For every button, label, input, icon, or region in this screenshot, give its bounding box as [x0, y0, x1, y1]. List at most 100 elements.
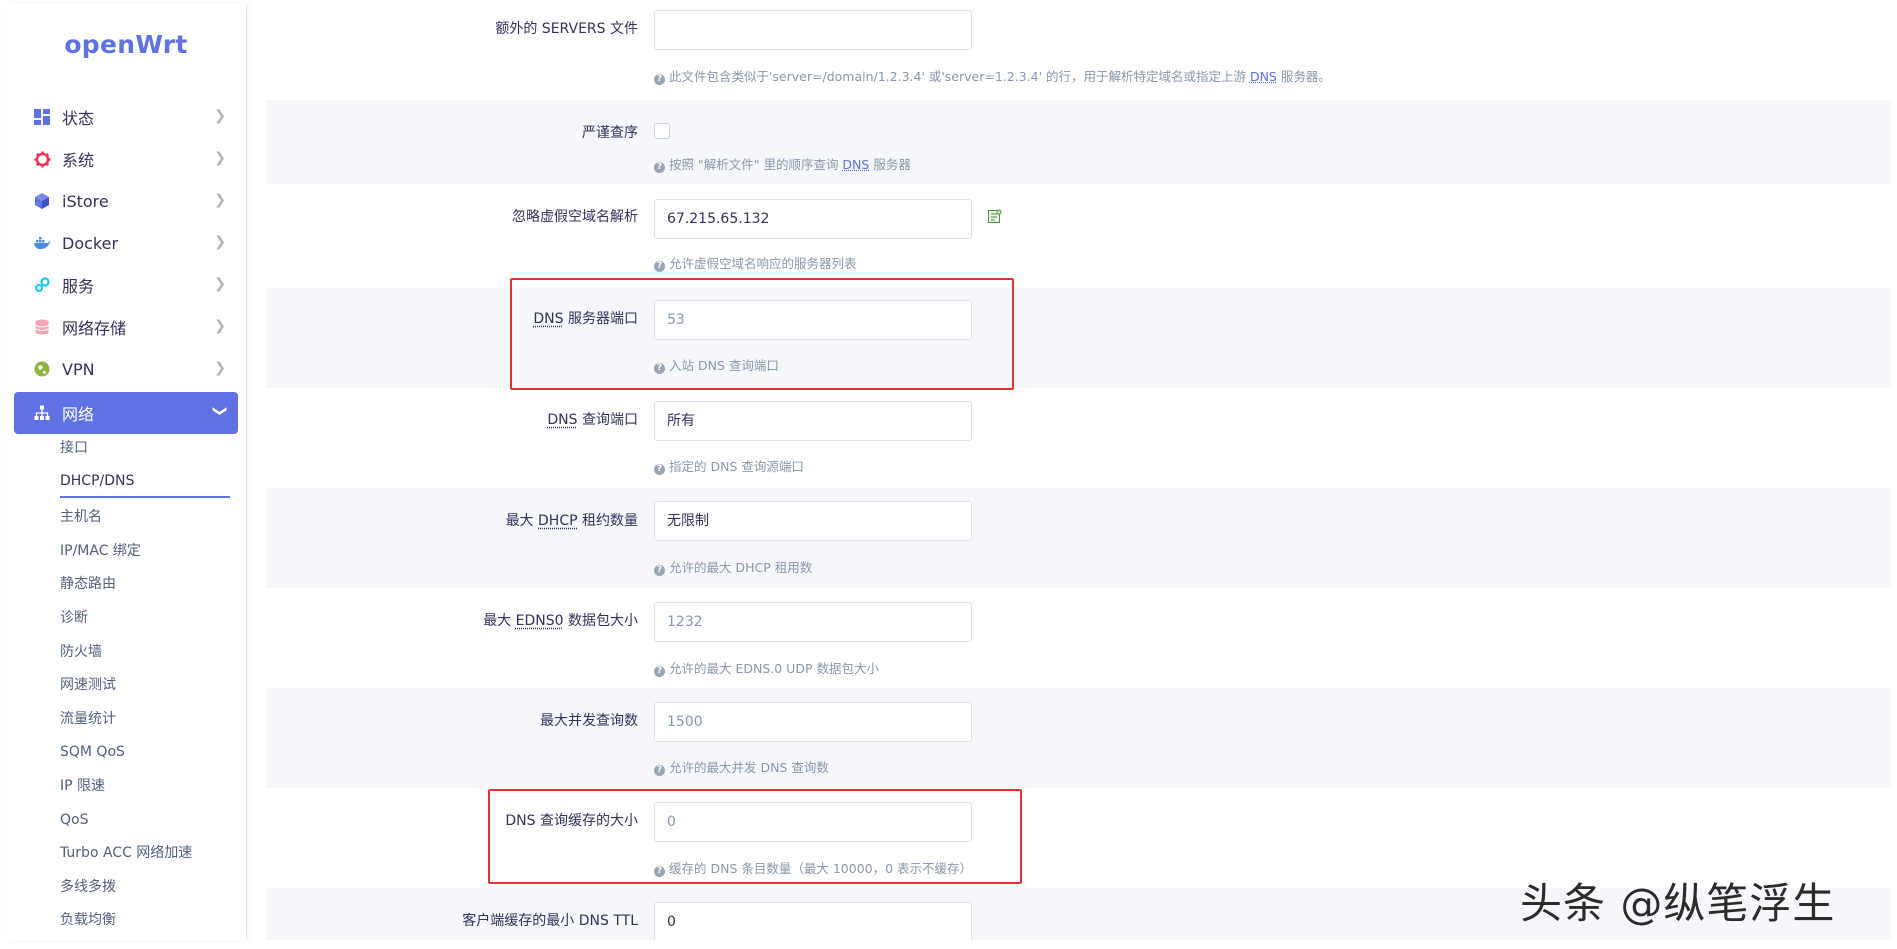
subnav-item-firewall[interactable]: 防火墙: [60, 636, 230, 670]
subnav-item-hostnames[interactable]: 主机名: [60, 501, 230, 535]
label-text: 查询端口: [577, 412, 638, 428]
sidebar-item-status[interactable]: 状态 ❯: [14, 96, 238, 138]
field-label: 最大 DHCP 租约数量: [266, 510, 638, 530]
form-row-dns-port: DNS 服务器端口 53 ? 入站 DNS 查询端口: [266, 288, 1891, 388]
sidebar-item-label: 系统: [62, 151, 95, 170]
cube-icon: [32, 191, 52, 211]
hint-text: 服务器。: [1276, 69, 1331, 84]
hint-text: 服务器: [869, 157, 911, 172]
field-hint: ? 指定的 DNS 查询源端口: [654, 456, 804, 475]
cache-size-input[interactable]: 0: [654, 802, 972, 842]
dhcp-leases-input[interactable]: 无限制: [654, 501, 972, 541]
sidebar-item-vpn[interactable]: VPN ❯: [14, 348, 238, 390]
hint-text: 允许虚假空域名响应的服务器列表: [669, 256, 857, 271]
min-ttl-input[interactable]: 0: [654, 902, 972, 940]
field-hint: ? 入站 DNS 查询端口: [654, 355, 779, 374]
chevron-right-icon: ❯: [214, 150, 226, 166]
field-hint: ? 按照 "解析文件" 里的顺序查询 DNS 服务器: [654, 154, 911, 173]
sidebar-item-services[interactable]: 服务 ❯: [14, 264, 238, 306]
bogus-nx-input[interactable]: 67.215.65.132: [654, 199, 972, 239]
extra-servers-input[interactable]: [654, 10, 972, 50]
dns-abbr: DNS: [547, 412, 578, 428]
subnav-item-load-balance[interactable]: 负载均衡: [60, 904, 230, 938]
sidebar-item-label: 网络: [62, 405, 95, 424]
subnav-item-qos[interactable]: QoS: [60, 804, 230, 838]
vpn-icon: [32, 359, 52, 379]
subnav-item-traffic-stats[interactable]: 流量统计: [60, 703, 230, 737]
subnav-item-dhcp-dns[interactable]: DHCP/DNS: [60, 466, 230, 498]
sidebar-item-istore[interactable]: iStore ❯: [14, 180, 238, 222]
strict-order-checkbox[interactable]: [654, 123, 670, 139]
subnav-item-sqm-qos[interactable]: SQM QoS: [60, 736, 230, 770]
network-icon: [32, 403, 52, 423]
settings-form: 额外的 SERVERS 文件 ? 此文件包含类似于'server=/domain/…: [266, 4, 1891, 940]
help-icon: ?: [654, 464, 665, 475]
add-entry-icon[interactable]: [988, 208, 1002, 223]
sidebar-item-docker[interactable]: Docker ❯: [14, 222, 238, 264]
field-label: 客户端缓存的最小 DNS TTL: [462, 913, 638, 929]
dhcp-abbr: DHCP: [538, 513, 578, 529]
field-hint: ? 允许虚假空域名响应的服务器列表: [654, 253, 857, 272]
dashboard-icon: [32, 107, 52, 127]
sidebar-item-label: VPN: [62, 359, 95, 379]
dns-port-input[interactable]: 53: [654, 300, 972, 340]
subnav-item-interfaces[interactable]: 接口: [60, 432, 230, 466]
help-icon: ?: [654, 666, 665, 677]
help-icon: ?: [654, 363, 665, 374]
hint-text: 允许的最大 EDNS.0 UDP 数据包大小: [669, 661, 879, 676]
form-row-strict-order: 严谨查序 ? 按照 "解析文件" 里的顺序查询 DNS 服务器: [266, 100, 1891, 184]
field-label: 忽略虚假空域名解析: [512, 209, 638, 225]
sidebar-item-network[interactable]: 网络 ❯: [14, 392, 238, 434]
subnav-item-multiwan[interactable]: 多线多拨: [60, 871, 230, 905]
app-logo[interactable]: openWrt: [6, 30, 246, 59]
field-label: DNS 查询端口: [266, 409, 638, 429]
form-row-edns-size: 最大 EDNS0 数据包大小 1232 ? 允许的最大 EDNS.0 UDP 数据…: [266, 588, 1891, 688]
chevron-down-icon: ❯: [212, 405, 229, 417]
subnav-item-diagnostics[interactable]: 诊断: [60, 602, 230, 636]
label-text: 服务器端口: [563, 311, 638, 327]
chevron-right-icon: ❯: [214, 360, 226, 376]
form-row-dhcp-leases: 最大 DHCP 租约数量 无限制 ? 允许的最大 DHCP 租用数: [266, 488, 1891, 588]
field-label: 严谨查序: [582, 125, 638, 141]
subnav-item-turbo-acc[interactable]: Turbo ACC 网络加速: [60, 837, 230, 871]
hint-text: 缓存的 DNS 条目数量（最大 10000，0 表示不缓存）: [669, 861, 973, 876]
help-icon: ?: [654, 162, 665, 173]
form-row-query-port: DNS 查询端口 所有 ? 指定的 DNS 查询源端口: [266, 388, 1891, 488]
label-text: 最大: [505, 513, 539, 529]
field-hint: ? 允许的最大 DHCP 租用数: [654, 557, 812, 576]
label-text: 数据包大小: [563, 613, 638, 629]
help-icon: ?: [654, 765, 665, 776]
chevron-right-icon: ❯: [214, 234, 226, 250]
hint-text: 允许的最大 DHCP 租用数: [669, 560, 813, 575]
help-icon: ?: [654, 74, 665, 85]
field-label: DNS 服务器端口: [266, 308, 638, 328]
max-concurrent-input[interactable]: 1500: [654, 702, 972, 742]
sidebar-item-label: iStore: [62, 191, 109, 211]
subnav-item-speedtest[interactable]: 网速测试: [60, 669, 230, 703]
label-text: 最大: [483, 613, 516, 629]
form-row-bogus-nx: 忽略虚假空域名解析 67.215.65.132 ? 允许虚假空域名响应的服务器列表: [266, 184, 1891, 288]
hint-text: 按照 "解析文件" 里的顺序查询: [669, 157, 843, 172]
hint-text: 指定的 DNS 查询源端口: [669, 459, 804, 474]
chevron-right-icon: ❯: [214, 108, 226, 124]
field-hint: ? 允许的最大并发 DNS 查询数: [654, 757, 829, 776]
subnav-item-ip-mac-binding[interactable]: IP/MAC 绑定: [60, 535, 230, 569]
services-icon: [32, 275, 52, 295]
field-hint: ? 此文件包含类似于'server=/domain/1.2.3.4' 或'serv…: [654, 66, 1331, 85]
sidebar-item-system[interactable]: 系统 ❯: [14, 138, 238, 180]
dns-abbr-link[interactable]: DNS: [1250, 69, 1277, 84]
watermark-text: 头条 @纵笔浮生: [1520, 879, 1836, 928]
query-port-input[interactable]: 所有: [654, 401, 972, 441]
hint-text: 允许的最大并发 DNS 查询数: [669, 760, 829, 775]
subnav-item-static-routes[interactable]: 静态路由: [60, 568, 230, 602]
label-text: 租约数量: [577, 513, 638, 529]
hint-text: 入站 DNS 查询端口: [669, 358, 779, 373]
edns-size-input[interactable]: 1232: [654, 602, 972, 642]
main-nav: 状态 ❯ 系统 ❯ iStore ❯ Docker ❯ 服务 ❯ 网络存储 ❯ …: [14, 96, 238, 434]
chevron-right-icon: ❯: [214, 318, 226, 334]
subnav-item-ip-limit[interactable]: IP 限速: [60, 770, 230, 804]
dns-abbr-link[interactable]: DNS: [842, 157, 869, 172]
database-icon: [32, 317, 52, 337]
sidebar-item-nas[interactable]: 网络存储 ❯: [14, 306, 238, 348]
sidebar-item-label: 网络存储: [62, 319, 127, 338]
